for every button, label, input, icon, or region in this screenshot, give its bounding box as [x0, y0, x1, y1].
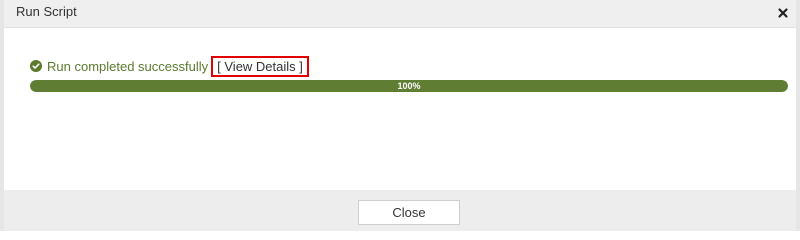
progress-bar: 100%	[30, 80, 788, 92]
status-message: Run completed successfully [ View Detail…	[30, 55, 309, 77]
close-x-icon[interactable]	[776, 6, 790, 20]
progress-label: 100%	[397, 81, 421, 91]
status-text: Run completed successfully	[47, 58, 209, 74]
dialog-footer: Close	[4, 190, 796, 231]
dialog-titlebar: Run Script	[4, 0, 796, 28]
close-button[interactable]: Close	[358, 200, 460, 225]
run-script-dialog: Run Script Run completed successfully [ …	[0, 0, 800, 231]
view-details-link[interactable]: [ View Details ]	[211, 55, 309, 77]
dialog-title: Run Script	[16, 4, 77, 19]
dialog-body: Run completed successfully [ View Detail…	[4, 28, 796, 190]
check-circle-icon	[30, 60, 42, 72]
